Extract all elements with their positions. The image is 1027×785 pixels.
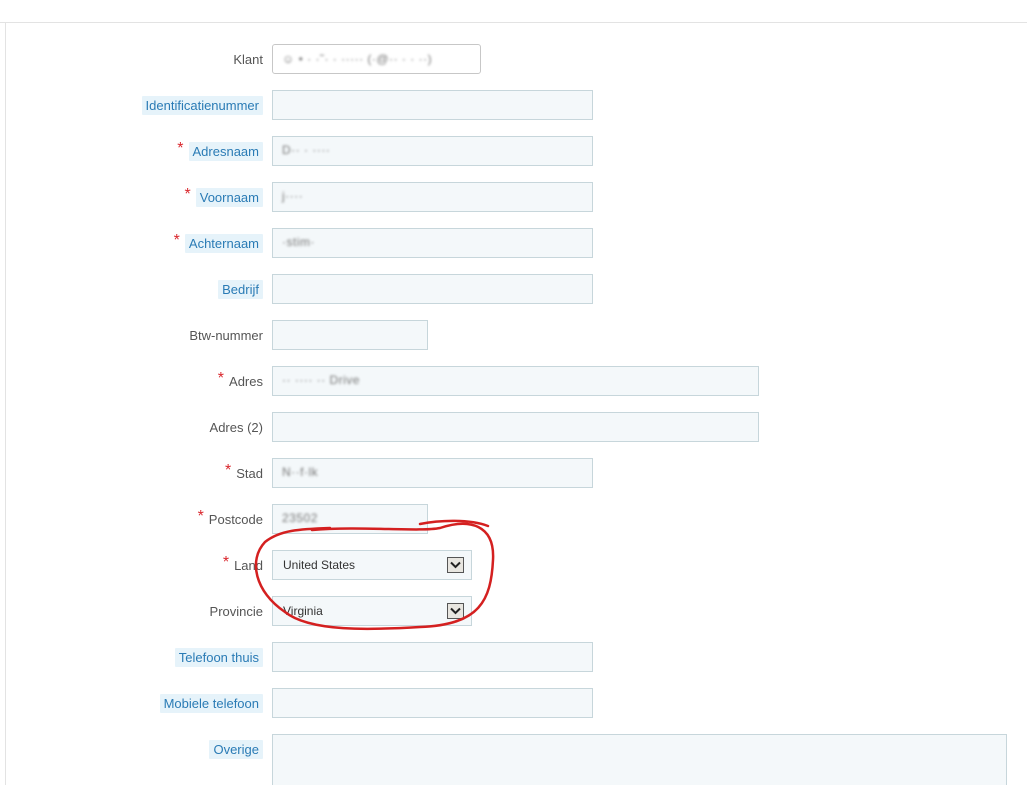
voornaam-value: j···· <box>282 189 304 203</box>
bedrijf-input[interactable] <box>272 274 593 304</box>
adresnaam-value: D·· · ···· <box>282 143 331 157</box>
row-stad: * Stad N··f·lk <box>0 458 1027 488</box>
overige-label: Overige <box>209 739 263 759</box>
row-bedrijf: Bedrijf <box>0 274 1027 304</box>
overige-textarea[interactable] <box>272 734 1007 785</box>
chevron-down-icon[interactable] <box>447 557 464 573</box>
row-postcode: * Postcode 23502 <box>0 504 1027 534</box>
provincie-label: Provincie <box>209 603 263 619</box>
required-marker: * <box>173 232 180 249</box>
adresnaam-input[interactable]: D·· · ···· <box>272 136 593 166</box>
telefoon-thuis-input[interactable] <box>272 642 593 672</box>
chevron-down-icon[interactable] <box>447 603 464 619</box>
row-land: * Land United States <box>0 550 1027 580</box>
land-selected-value: United States <box>283 558 356 572</box>
klant-label: Klant <box>233 51 263 67</box>
row-achternaam: * Achternaam ·stim· <box>0 228 1027 258</box>
postcode-input[interactable]: 23502 <box>272 504 428 534</box>
stad-input[interactable]: N··f·lk <box>272 458 593 488</box>
btw-input[interactable] <box>272 320 428 350</box>
row-adres2: Adres (2) <box>0 412 1027 442</box>
row-voornaam: * Voornaam j···· <box>0 182 1027 212</box>
klant-field[interactable]: ☺ • · ·˜· · ····· (·@·· · · ··) <box>272 44 481 74</box>
identificatienummer-label: Identificatienummer <box>141 95 263 115</box>
required-marker: * <box>222 554 230 571</box>
achternaam-value: ·stim· <box>282 235 315 249</box>
identificatienummer-input[interactable] <box>272 90 593 120</box>
row-telefoon-thuis: Telefoon thuis <box>0 642 1027 672</box>
stad-label: Stad <box>236 465 263 481</box>
row-overige: Overige <box>0 734 1027 785</box>
page: Klant ☺ • · ·˜· · ····· (·@·· · · ··) Id… <box>0 0 1027 785</box>
achternaam-input[interactable]: ·stim· <box>272 228 593 258</box>
bedrijf-label: Bedrijf <box>218 279 263 299</box>
achternaam-label: Achternaam <box>184 233 263 253</box>
adres-input[interactable]: ·· ···· ·· Drive <box>272 366 759 396</box>
voornaam-input[interactable]: j···· <box>272 182 593 212</box>
required-marker: * <box>225 462 232 479</box>
row-klant: Klant ☺ • · ·˜· · ····· (·@·· · · ··) <box>0 44 1027 74</box>
klant-value: ☺ • · ·˜· · ····· (·@·· · · ··) <box>282 52 433 66</box>
required-marker: * <box>184 186 191 203</box>
adresnaam-label: Adresnaam <box>188 141 263 161</box>
stad-value: N··f·lk <box>282 465 319 479</box>
voornaam-label: Voornaam <box>195 187 263 207</box>
telefoon-thuis-label: Telefoon thuis <box>174 647 263 667</box>
row-btw: Btw-nummer <box>0 320 1027 350</box>
postcode-label: Postcode <box>208 511 263 527</box>
top-bar <box>0 0 1027 23</box>
required-marker: * <box>217 370 225 387</box>
row-mobiele-telefoon: Mobiele telefoon <box>0 688 1027 718</box>
postcode-value: 23502 <box>282 511 318 525</box>
mobiele-telefoon-label: Mobiele telefoon <box>159 693 263 713</box>
provincie-selected-value: Virginia <box>283 604 323 618</box>
land-label: Land <box>234 557 263 573</box>
required-marker: * <box>197 508 204 525</box>
row-adresnaam: * Adresnaam D·· · ···· <box>0 136 1027 166</box>
adres2-label: Adres (2) <box>209 419 263 435</box>
provincie-select[interactable]: Virginia <box>272 596 472 626</box>
required-marker: * <box>177 140 184 157</box>
btw-label: Btw-nummer <box>189 327 263 343</box>
row-identificatienummer: Identificatienummer <box>0 90 1027 120</box>
land-select[interactable]: United States <box>272 550 472 580</box>
row-adres: * Adres ·· ···· ·· Drive <box>0 366 1027 396</box>
adres2-input[interactable] <box>272 412 759 442</box>
adres-value: ·· ···· ·· Drive <box>282 373 360 387</box>
row-provincie: Provincie Virginia <box>0 596 1027 626</box>
mobiele-telefoon-input[interactable] <box>272 688 593 718</box>
adres-label: Adres <box>229 373 263 389</box>
